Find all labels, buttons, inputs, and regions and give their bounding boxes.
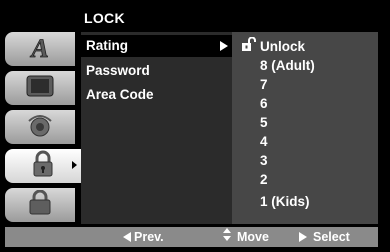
- language-glyph: A: [29, 34, 48, 60]
- unlock-icon: [241, 36, 257, 56]
- prev-hint: Prev.: [123, 227, 164, 247]
- menu-item-label: Area Code: [86, 87, 154, 102]
- rating-option-unlock[interactable]: Unlock: [260, 38, 305, 55]
- rating-option[interactable]: 1 (Kids): [260, 193, 310, 210]
- display-icon: [26, 75, 54, 102]
- prev-label: Prev.: [134, 230, 164, 244]
- category-icon-column: A: [5, 32, 81, 224]
- rating-option[interactable]: 8 (Adult): [260, 57, 315, 74]
- menu-item-password[interactable]: Password: [81, 60, 232, 82]
- rating-option[interactable]: 5: [260, 114, 268, 131]
- rating-option[interactable]: 2: [260, 171, 268, 188]
- tab-display[interactable]: [5, 71, 75, 105]
- menu-item-label: Rating: [86, 38, 128, 53]
- menu-item-label: Password: [86, 63, 150, 78]
- tab-others[interactable]: [5, 188, 75, 222]
- navigation-help-bar: Prev. Move Select: [5, 227, 378, 247]
- up-down-arrow-icon: [223, 227, 231, 247]
- right-arrow-icon: [299, 231, 307, 242]
- move-label: Move: [237, 230, 269, 244]
- menu-item-rating[interactable]: Rating: [81, 35, 232, 57]
- tab-language[interactable]: A: [5, 32, 75, 66]
- select-hint: Select: [299, 227, 350, 247]
- submenu-arrow-icon: [220, 41, 228, 51]
- rating-option[interactable]: 3: [260, 152, 268, 169]
- menu-item-area-code[interactable]: Area Code: [81, 84, 232, 106]
- language-icon: A: [25, 33, 55, 65]
- select-label: Select: [313, 230, 350, 244]
- rating-option[interactable]: 4: [260, 133, 268, 150]
- audio-icon: [26, 113, 54, 142]
- rating-option[interactable]: 7: [260, 76, 268, 93]
- rating-option[interactable]: 6: [260, 95, 268, 112]
- left-arrow-icon: [123, 231, 131, 242]
- others-icon: [26, 189, 54, 221]
- move-hint: Move: [223, 227, 269, 247]
- lock-icon: [30, 150, 56, 183]
- rating-options-panel: Unlock 8 (Adult) 7 6 5 4 3 2 1 (Kids): [232, 32, 378, 224]
- active-tab-arrow-icon: [72, 161, 77, 169]
- tab-lock[interactable]: [5, 149, 81, 183]
- tab-audio[interactable]: [5, 110, 75, 144]
- lock-settings-menu: Rating Password Area Code: [81, 32, 232, 224]
- page-title: LOCK: [84, 10, 125, 26]
- lock-menu-screen: LOCK A Rating Password Area Code Unlock …: [0, 0, 390, 252]
